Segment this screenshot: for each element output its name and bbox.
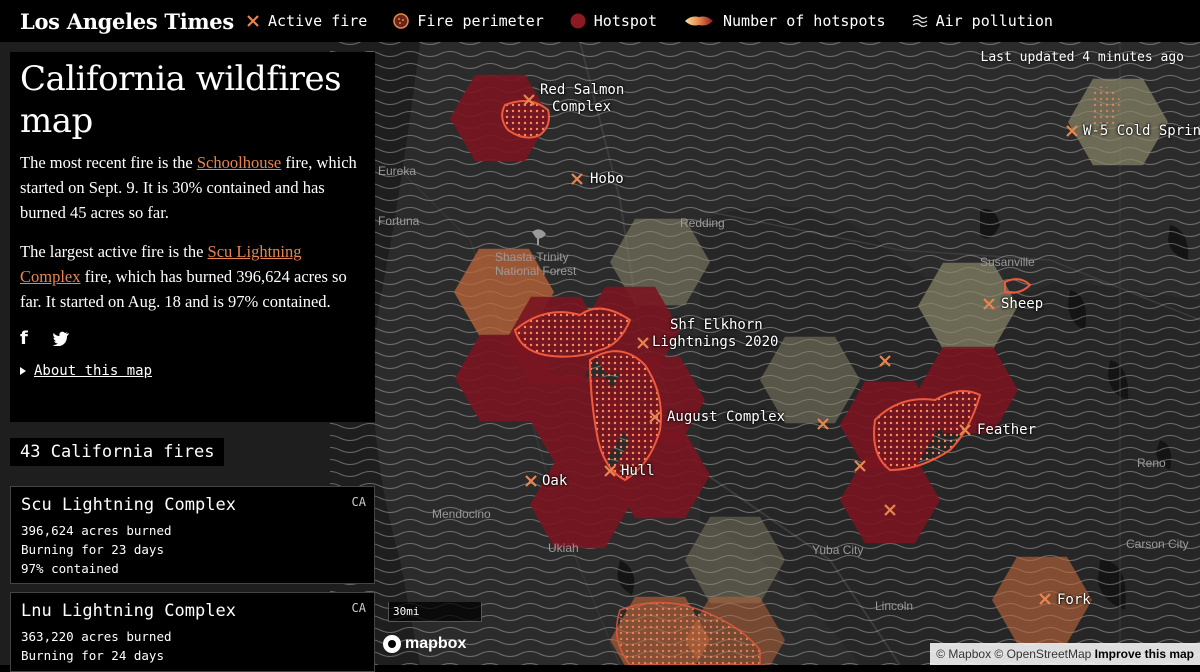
legend-number-of-hotspots: Number of hotspots	[683, 12, 886, 30]
fire-label-august-complex[interactable]: August Complex	[667, 409, 785, 426]
legend-label: Fire perimeter	[417, 12, 544, 30]
mapbox-wordmark: mapbox	[405, 635, 467, 652]
active-fire-x-icon[interactable]	[1065, 124, 1079, 138]
hotspot-gradient-icon	[685, 16, 713, 26]
map-attribution: © Mapbox © OpenStreetMap Improve this ma…	[930, 643, 1200, 665]
fire-card-name: Lnu Lightning Complex	[21, 601, 236, 621]
legend-label: Hotspot	[593, 12, 657, 30]
fire-label-oak[interactable]: Oak	[542, 473, 567, 490]
active-fire-x-icon[interactable]	[958, 423, 972, 437]
improve-map-link[interactable]: Improve this map	[1095, 647, 1194, 661]
paragraph-text: The most recent fire is the	[20, 153, 197, 172]
active-fire-x-icon[interactable]	[648, 410, 662, 424]
active-fire-x-icon[interactable]	[522, 93, 536, 107]
hotspot-dot-icon	[570, 13, 586, 29]
mapbox-logo[interactable]: mapbox	[383, 635, 466, 653]
fire-card-acres: 363,220 acres burned	[21, 629, 172, 644]
active-fire-x-icon[interactable]	[524, 474, 538, 488]
fire-label-line: Shf Elkhorn	[670, 317, 763, 333]
page-title: California wildfires map	[20, 59, 342, 141]
legend-fire-perimeter: Fire perimeter	[393, 12, 544, 30]
fire-card-duration: Burning for 24 days	[21, 648, 164, 663]
active-fire-x-icon	[247, 15, 259, 27]
place-eureka: Eureka	[378, 164, 417, 178]
place-susanville: Susanville	[980, 255, 1035, 269]
place-national-forest: National Forest	[495, 264, 577, 278]
fire-card-acres: 396,624 acres burned	[21, 523, 172, 538]
la-times-logo[interactable]: Los Angeles Times	[20, 9, 234, 34]
schoolhouse-fire-link[interactable]: Schoolhouse	[197, 153, 281, 172]
legend-label: Active fire	[268, 12, 368, 30]
social-share: f	[20, 328, 365, 349]
largest-fire-paragraph: The largest active fire is the Scu Light…	[20, 239, 365, 314]
paragraph-text: The largest active fire is the	[20, 242, 208, 261]
mapbox-icon	[383, 635, 401, 653]
air-pollution-waves-icon	[912, 14, 927, 28]
info-panel: California wildfires map The most recent…	[10, 52, 375, 422]
place-shasta-trinity: Shasta-Trinity	[495, 250, 569, 264]
legend-hotspot: Hotspot	[570, 12, 657, 30]
active-fire-x-icon[interactable]	[816, 417, 830, 431]
place-yuba-city: Yuba City	[812, 543, 864, 557]
fire-label-line: Lightnings 2020	[652, 334, 779, 350]
disclosure-triangle-icon	[20, 367, 26, 375]
active-fire-x-icon[interactable]	[603, 464, 617, 478]
active-fire-x-icon[interactable]	[1038, 592, 1052, 606]
about-label: About this map	[34, 363, 153, 379]
about-this-map-toggle[interactable]: About this map	[20, 363, 365, 379]
place-fortuna: Fortuna	[378, 214, 420, 228]
map-scale-bar: 30mi	[388, 602, 482, 622]
fire-card[interactable]: Scu Lightning Complex CA 396,624 acres b…	[10, 486, 375, 584]
place-carson-city: Carson City	[1126, 537, 1189, 551]
place-ukiah: Ukiah	[548, 541, 579, 555]
fire-label-fork[interactable]: Fork	[1057, 592, 1091, 609]
fire-label-sheep[interactable]: Sheep	[1001, 296, 1043, 313]
legend-label: Number of hotspots	[723, 12, 886, 30]
fire-label-red-salmon[interactable]: Red Salmon Complex	[540, 82, 624, 116]
top-bar: Los Angeles Times Active fire Fire perim…	[0, 0, 1200, 42]
fire-label-hobo[interactable]: Hobo	[590, 171, 624, 188]
fire-label-feather[interactable]: Feather	[977, 422, 1036, 439]
fire-card-contained: 97% contained	[21, 561, 119, 576]
fire-label-w5-cold-springs[interactable]: W-5 Cold Sprin	[1083, 123, 1200, 140]
active-fire-x-icon[interactable]	[982, 297, 996, 311]
last-updated-text: Last updated 4 minutes ago	[980, 50, 1185, 65]
fire-count-heading: 43 California fires	[10, 438, 225, 466]
legend-label: Air pollution	[935, 12, 1053, 30]
legend-active-fire: Active fire	[246, 12, 367, 30]
active-fire-x-icon[interactable]	[853, 459, 867, 473]
fire-card-state: CA	[351, 601, 366, 615]
fire-label-line: Complex	[552, 99, 612, 115]
twitter-icon[interactable]	[52, 331, 70, 346]
place-reno: Reno	[1137, 456, 1166, 470]
fire-card-state: CA	[351, 495, 366, 509]
active-fire-x-icon[interactable]	[636, 336, 650, 350]
place-redding: Redding	[680, 216, 725, 230]
active-fire-x-icon[interactable]	[570, 172, 584, 186]
facebook-icon[interactable]: f	[20, 328, 28, 349]
fire-perimeter-icon	[393, 13, 410, 29]
place-lincoln: Lincoln	[875, 599, 914, 613]
fire-card[interactable]: Lnu Lightning Complex CA 363,220 acres b…	[10, 592, 375, 672]
fire-card-name: Scu Lightning Complex	[21, 495, 236, 515]
fire-label-shf-elkhorn[interactable]: Shf Elkhorn Lightnings 2020	[652, 317, 778, 351]
legend-air-pollution: Air pollution	[912, 12, 1053, 30]
place-mendocino: Mendocino	[432, 507, 491, 521]
active-fire-x-icon[interactable]	[883, 503, 897, 517]
attribution-text[interactable]: © Mapbox © OpenStreetMap	[936, 647, 1094, 661]
recent-fire-paragraph: The most recent fire is the Schoolhouse …	[20, 150, 365, 225]
fire-label-line: Red Salmon	[540, 82, 625, 98]
fire-card-duration: Burning for 23 days	[21, 542, 164, 557]
active-fire-x-icon[interactable]	[878, 354, 892, 368]
fire-label-hull[interactable]: Hull	[621, 463, 655, 480]
